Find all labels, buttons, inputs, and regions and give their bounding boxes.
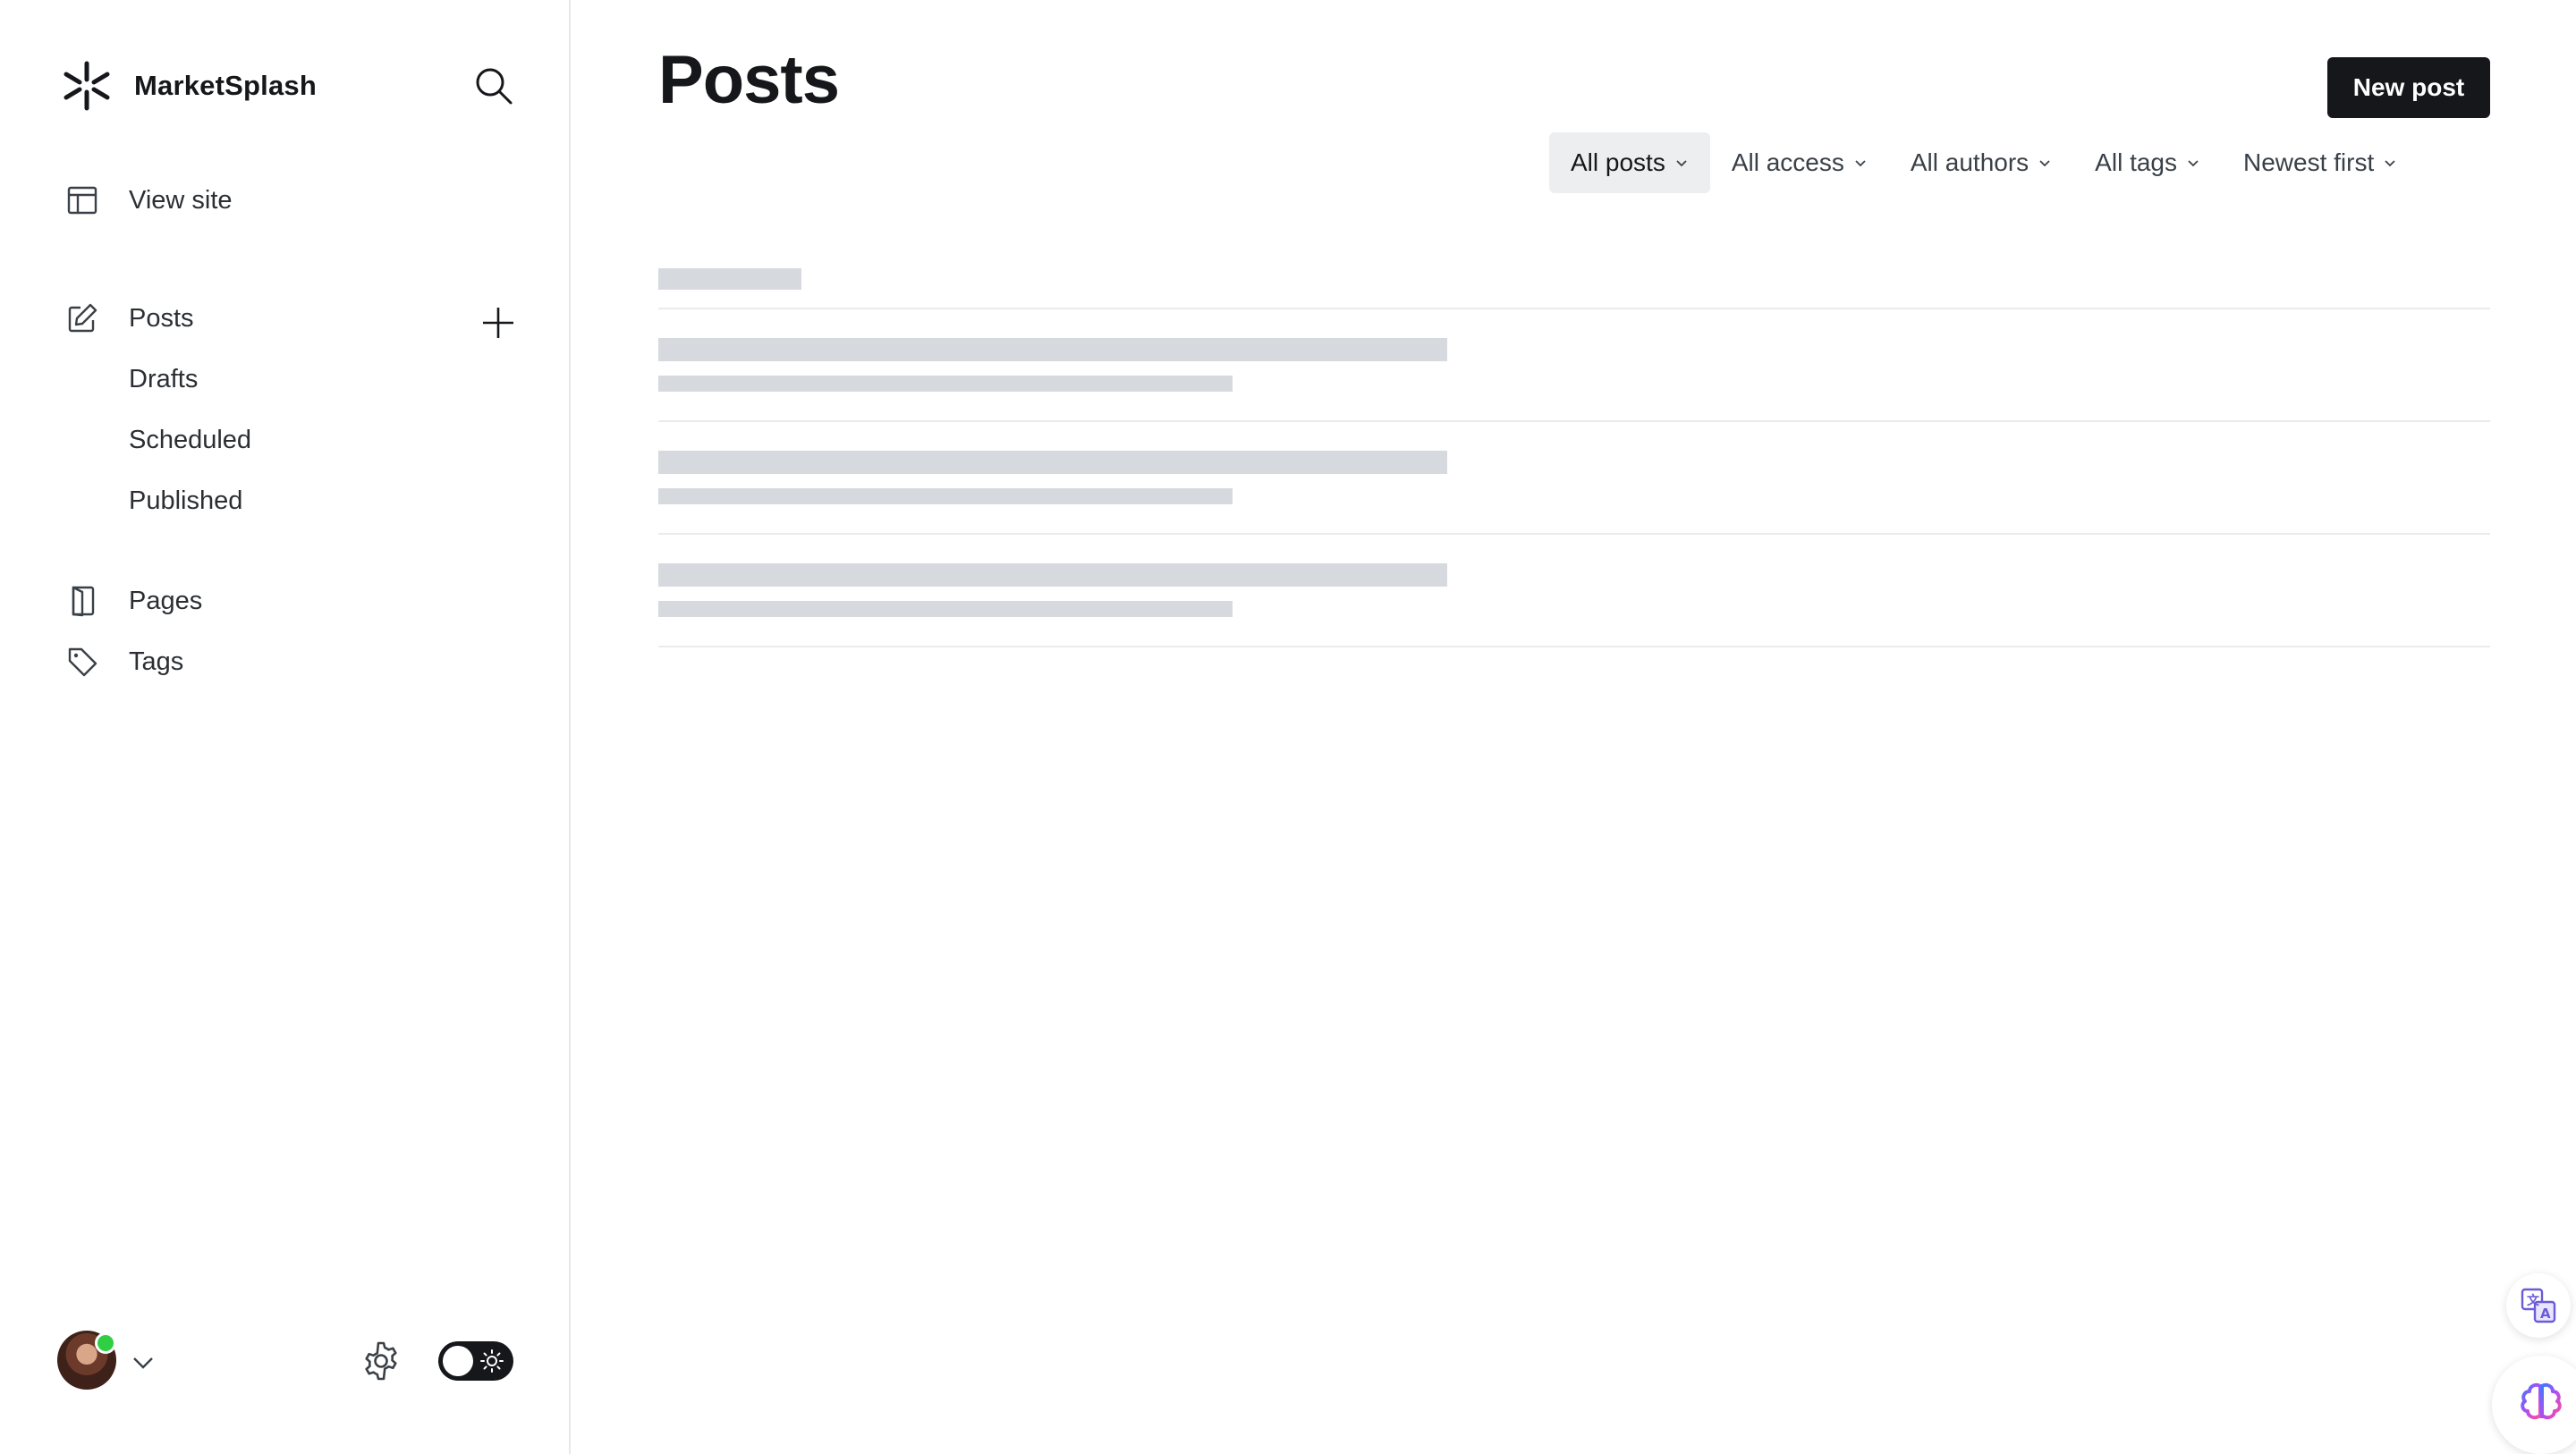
sidebar-item-published[interactable]: Published bbox=[129, 486, 242, 516]
skeleton-title-bar bbox=[658, 563, 1447, 587]
page-title: Posts bbox=[658, 42, 840, 118]
translate-widget-button[interactable]: 文 A bbox=[2506, 1273, 2571, 1338]
filter-authors[interactable]: All authors bbox=[1889, 132, 2073, 193]
filter-label: All posts bbox=[1571, 148, 1665, 176]
chevron-down-icon bbox=[1855, 160, 1866, 167]
tag-icon bbox=[68, 647, 97, 677]
chevron-down-icon bbox=[2385, 160, 2395, 167]
chevron-down-icon bbox=[2039, 160, 2050, 167]
online-status-indicator bbox=[95, 1332, 116, 1354]
filter-tags[interactable]: All tags bbox=[2073, 132, 2222, 193]
sidebar-item-posts[interactable]: Posts bbox=[66, 302, 194, 334]
post-filters: All posts All access All authors All tag… bbox=[1549, 132, 2419, 193]
chevron-down-icon bbox=[2188, 160, 2199, 167]
sidebar-item-drafts[interactable]: Drafts bbox=[129, 365, 198, 394]
filter-label: All access bbox=[1731, 148, 1844, 176]
list-divider bbox=[658, 646, 2490, 647]
skeleton-meta-bar bbox=[658, 376, 1233, 392]
sidebar-item-label: View site bbox=[129, 185, 233, 215]
sidebar-item-label: Posts bbox=[129, 303, 194, 333]
sidebar-item-label: Tags bbox=[129, 647, 184, 676]
new-post-button[interactable]: New post bbox=[2327, 57, 2490, 118]
skeleton-meta-bar bbox=[658, 601, 1233, 617]
theme-toggle[interactable] bbox=[438, 1341, 513, 1381]
logo-asterisk-icon bbox=[64, 61, 110, 111]
filter-label: All authors bbox=[1910, 148, 2029, 176]
sidebar-item-label: Pages bbox=[129, 586, 203, 615]
filter-sort-order[interactable]: Newest first bbox=[2222, 132, 2419, 193]
toggle-knob bbox=[443, 1346, 473, 1376]
sun-icon bbox=[480, 1349, 504, 1373]
filter-label: Newest first bbox=[2243, 148, 2375, 176]
brand[interactable]: MarketSplash bbox=[61, 59, 317, 113]
sidebar-item-scheduled[interactable]: Scheduled bbox=[129, 426, 251, 455]
skeleton-title-bar bbox=[658, 451, 1447, 474]
view-site-icon bbox=[67, 186, 97, 215]
filter-label: All tags bbox=[2095, 148, 2177, 176]
plus-icon bbox=[483, 308, 513, 338]
search-icon bbox=[476, 68, 513, 105]
sidebar-item-tags[interactable]: Tags bbox=[66, 646, 183, 678]
user-avatar-button[interactable] bbox=[57, 1331, 120, 1393]
sidebar-item-pages[interactable]: Pages bbox=[66, 585, 202, 617]
chevron-down-icon bbox=[1676, 160, 1687, 167]
chevron-down-icon bbox=[133, 1357, 153, 1369]
skeleton-title-bar bbox=[658, 338, 1447, 361]
pages-icon bbox=[72, 586, 95, 617]
edit-icon bbox=[68, 303, 97, 333]
main-content: Posts New post All posts All access All … bbox=[571, 0, 2576, 1454]
list-divider bbox=[658, 420, 2490, 422]
settings-button[interactable] bbox=[360, 1340, 402, 1382]
translate-icon: 文 A bbox=[2521, 1288, 2556, 1323]
list-divider bbox=[658, 308, 2490, 309]
filter-post-type[interactable]: All posts bbox=[1549, 132, 1710, 193]
svg-text:文: 文 bbox=[2527, 1293, 2540, 1308]
brand-name: MarketSplash bbox=[134, 70, 317, 101]
gear-icon bbox=[365, 1341, 397, 1381]
user-menu-toggle[interactable] bbox=[131, 1350, 156, 1375]
posts-list-skeleton bbox=[658, 265, 2490, 649]
sidebar-item-view-site[interactable]: View site bbox=[66, 184, 233, 216]
svg-text:A: A bbox=[2540, 1306, 2551, 1322]
skeleton-header-bar bbox=[658, 268, 801, 290]
skeleton-meta-bar bbox=[658, 488, 1233, 504]
list-divider bbox=[658, 533, 2490, 535]
add-post-button[interactable] bbox=[479, 304, 517, 342]
filter-access[interactable]: All access bbox=[1710, 132, 1889, 193]
brain-icon bbox=[2521, 1382, 2562, 1422]
sidebar: MarketSplash View site Posts Drafts Sche… bbox=[0, 0, 571, 1454]
search-button[interactable] bbox=[472, 64, 515, 107]
